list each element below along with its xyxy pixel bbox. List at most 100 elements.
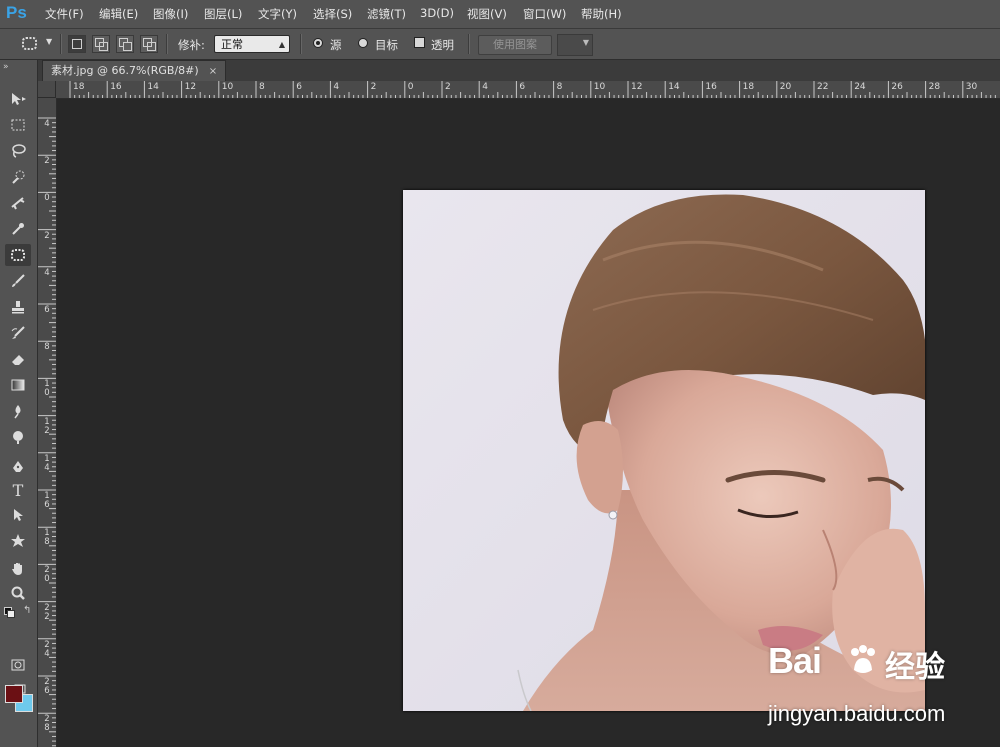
document-tab[interactable]: 素材.jpg @ 66.7%(RGB/8#) × bbox=[42, 60, 227, 81]
watermark-jingyan: 经验 bbox=[885, 650, 945, 685]
menu-3d[interactable]: 3D(D) bbox=[420, 6, 454, 20]
foreground-color-swatch[interactable] bbox=[5, 685, 23, 703]
ruler-label: 0 bbox=[407, 82, 414, 92]
menu-select[interactable]: 选择(S) bbox=[313, 6, 352, 22]
add-selection-button[interactable] bbox=[92, 35, 110, 53]
target-radio[interactable] bbox=[358, 38, 368, 48]
ruler-label: 10 bbox=[221, 82, 234, 92]
intersect-selection-button[interactable] bbox=[140, 35, 158, 53]
new-selection-button[interactable] bbox=[68, 35, 86, 53]
use-pattern-button[interactable]: 使用图案 bbox=[478, 35, 552, 55]
horizontal-ruler[interactable]: 18 16 14 12 10 8 6 4 2 0 2 4 6 8 10 12 14 16 18 20 22 24 26 28 3… bbox=[56, 81, 1000, 99]
patch-tool-icon[interactable] bbox=[5, 244, 31, 266]
marquee-tool-icon[interactable] bbox=[5, 114, 31, 136]
eraser-tool-icon[interactable] bbox=[5, 348, 31, 370]
lasso-tool-icon[interactable] bbox=[5, 140, 31, 162]
close-icon[interactable]: × bbox=[209, 66, 217, 77]
ruler-label: 18 bbox=[73, 82, 85, 92]
select-arrows-icon: ▲ bbox=[278, 40, 285, 49]
ruler-label: 2 8 bbox=[44, 714, 50, 734]
brush-tool-icon[interactable] bbox=[5, 270, 31, 292]
path-select-tool-icon[interactable] bbox=[5, 504, 31, 526]
menu-layer[interactable]: 图层(L) bbox=[204, 6, 242, 22]
eyedropper-tool-icon[interactable] bbox=[5, 218, 31, 240]
ruler-label: 0 bbox=[44, 193, 50, 204]
menu-file[interactable]: 文件(F) bbox=[45, 6, 84, 22]
document-tab-bar: 素材.jpg @ 66.7%(RGB/8#) × bbox=[38, 60, 1000, 81]
divider bbox=[300, 34, 302, 54]
hand-tool-icon[interactable] bbox=[5, 558, 31, 580]
menu-edit[interactable]: 编辑(E) bbox=[99, 6, 138, 22]
ruler-label: 14 bbox=[147, 82, 159, 92]
ruler-label: 4 bbox=[44, 267, 50, 278]
menu-help[interactable]: 帮助(H) bbox=[581, 6, 622, 22]
ruler-label: 4 bbox=[44, 119, 50, 129]
portrait-photo[interactable] bbox=[403, 190, 925, 711]
pattern-picker[interactable]: ▼ bbox=[557, 34, 593, 56]
ruler-label: 28 bbox=[928, 82, 941, 92]
menu-view[interactable]: 视图(V) bbox=[467, 6, 507, 22]
ruler-label: 2 bbox=[44, 156, 50, 167]
default-colors-icon[interactable] bbox=[4, 607, 15, 618]
ruler-label: 18 bbox=[742, 82, 755, 92]
ruler-label: 8 bbox=[44, 342, 50, 353]
ruler-label: 1 0 bbox=[44, 379, 50, 399]
transparent-checkbox[interactable] bbox=[414, 37, 425, 48]
ruler-label: 2 bbox=[370, 82, 377, 92]
dodge-tool-icon[interactable] bbox=[5, 426, 31, 448]
zoom-tool-icon[interactable] bbox=[5, 582, 31, 604]
clone-stamp-tool-icon[interactable] bbox=[5, 296, 31, 318]
ruler-label: 6 bbox=[296, 82, 302, 92]
menu-bar: Ps 文件(F) 编辑(E) 图像(I) 图层(L) 文字(Y) 选择(S) 滤… bbox=[0, 0, 1000, 29]
document-tab-title: 素材.jpg @ 66.7%(RGB/8#) bbox=[51, 64, 199, 77]
target-radio-label: 目标 bbox=[375, 38, 398, 52]
ruler-label: 6 bbox=[44, 305, 50, 315]
photoshop-logo: Ps bbox=[6, 3, 27, 22]
shape-tool-icon[interactable] bbox=[5, 530, 31, 552]
tool-preset-picker[interactable]: ▼ bbox=[20, 35, 54, 53]
toolbox: » T ↰ bbox=[0, 60, 38, 747]
collapse-icon[interactable]: » bbox=[3, 62, 9, 72]
subtract-selection-button[interactable] bbox=[116, 35, 134, 53]
paw-icon bbox=[851, 645, 875, 673]
history-brush-tool-icon[interactable] bbox=[5, 322, 31, 344]
ruler-label: 30 bbox=[965, 82, 978, 92]
patch-mode-select[interactable]: 正常 ▲ bbox=[214, 35, 290, 53]
gradient-tool-icon[interactable] bbox=[5, 374, 31, 396]
crop-tool-icon[interactable] bbox=[5, 192, 31, 214]
divider bbox=[166, 34, 168, 54]
menu-type[interactable]: 文字(Y) bbox=[258, 6, 297, 22]
pen-tool-icon[interactable] bbox=[5, 456, 31, 478]
divider bbox=[468, 34, 470, 54]
vertical-ruler[interactable]: 4 2 0 2 4 6 8 1 0 1 2 1 4 1 6 1 8 2 0 2 2 2 4 2 6 2 8 bbox=[38, 98, 57, 747]
type-tool-icon[interactable]: T bbox=[5, 480, 31, 502]
ruler-label: 1 2 bbox=[44, 416, 50, 436]
baidu-jingyan-watermark: Bai 经验 jingyan.baidu.com bbox=[768, 640, 998, 730]
patch-label: 修补: bbox=[178, 38, 205, 52]
watermark-brand: Bai bbox=[768, 640, 822, 681]
ruler-label: 2 6 bbox=[44, 677, 50, 696]
source-radio[interactable] bbox=[313, 38, 323, 48]
ruler-label: 24 bbox=[854, 82, 866, 92]
ruler-label: 16 bbox=[110, 82, 122, 92]
quick-select-tool-icon[interactable] bbox=[5, 166, 31, 188]
ruler-label: 10 bbox=[593, 82, 606, 92]
ruler-label: 2 bbox=[44, 230, 50, 241]
divider bbox=[60, 34, 62, 54]
swap-colors-icon[interactable]: ↰ bbox=[23, 605, 31, 616]
quick-mask-icon[interactable] bbox=[5, 654, 31, 676]
ruler-label: 26 bbox=[891, 82, 903, 92]
ruler-label: 1 8 bbox=[44, 528, 50, 548]
menu-window[interactable]: 窗口(W) bbox=[523, 6, 566, 22]
blur-tool-icon[interactable] bbox=[5, 400, 31, 422]
ruler-label: 2 bbox=[445, 82, 451, 92]
ruler-origin[interactable] bbox=[38, 81, 56, 98]
transparent-label: 透明 bbox=[431, 38, 454, 52]
ruler-label: 8 bbox=[259, 82, 265, 92]
source-radio-label: 源 bbox=[330, 38, 342, 52]
ruler-label: 1 4 bbox=[44, 453, 50, 473]
menu-filter[interactable]: 滤镜(T) bbox=[367, 6, 406, 22]
menu-image[interactable]: 图像(I) bbox=[153, 6, 188, 22]
chevron-down-icon: ▼ bbox=[582, 38, 589, 47]
move-tool-icon[interactable] bbox=[5, 88, 31, 110]
